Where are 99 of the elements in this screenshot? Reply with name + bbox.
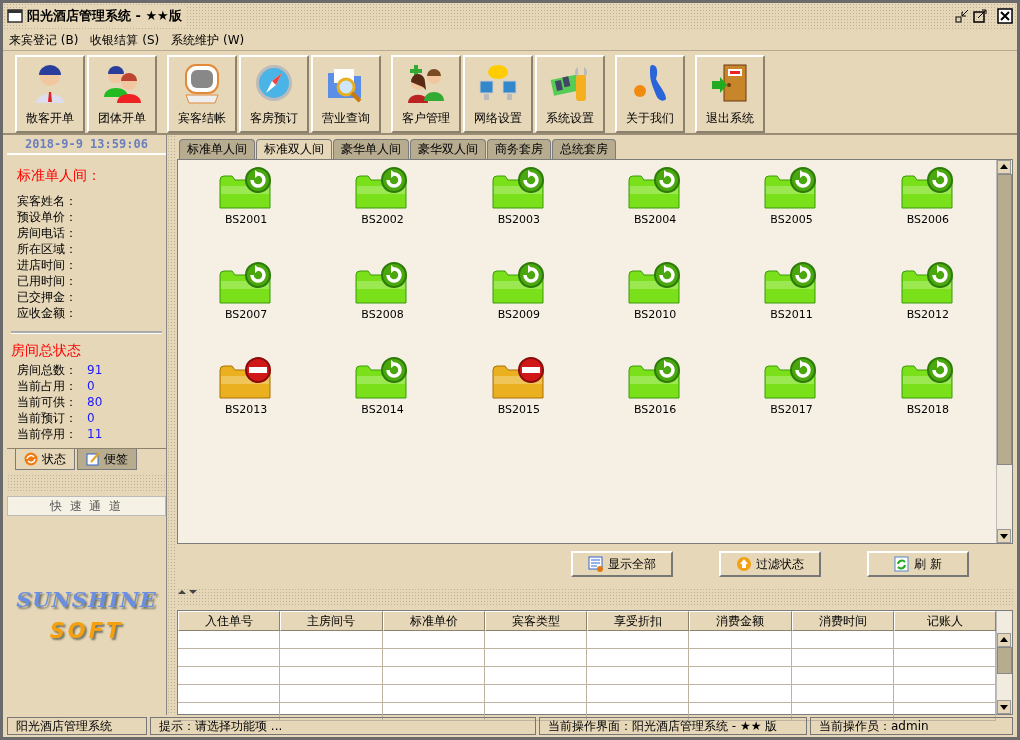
room-item[interactable]: BS2002 bbox=[314, 166, 451, 261]
room-item[interactable]: BS2011 bbox=[723, 261, 860, 356]
room-item[interactable]: BS2018 bbox=[859, 356, 996, 451]
list-icon bbox=[588, 556, 604, 572]
room-item[interactable]: BS2006 bbox=[859, 166, 996, 261]
stat-value: 0 bbox=[87, 378, 95, 394]
vacant-room-icon bbox=[899, 261, 956, 305]
column-header[interactable]: 消费金额 bbox=[689, 611, 792, 631]
toolbar-button[interactable]: 客户管理 bbox=[391, 55, 461, 133]
tab[interactable]: 标准双人间 bbox=[256, 139, 332, 159]
column-header[interactable]: 标准单价 bbox=[382, 611, 485, 631]
column-header[interactable]: 享受折扣 bbox=[587, 611, 690, 631]
column-header[interactable]: 记账人 bbox=[893, 611, 996, 631]
stat-label: 当前停用： bbox=[17, 427, 77, 441]
room-item[interactable]: BS2005 bbox=[723, 166, 860, 261]
two-people-icon bbox=[102, 63, 142, 105]
toolbar-button[interactable]: 营业查询 bbox=[311, 55, 381, 133]
menu-item[interactable]: 系统维护 (W) bbox=[171, 30, 245, 49]
room-item[interactable]: BS2004 bbox=[587, 166, 724, 261]
tab[interactable]: 便签 bbox=[77, 449, 137, 470]
toolbar-button[interactable]: 系统设置 bbox=[535, 55, 605, 133]
logo-text: SUNSHINE bbox=[16, 586, 157, 614]
action-button[interactable]: 过滤状态 bbox=[719, 551, 821, 577]
room-item[interactable]: BS2009 bbox=[450, 261, 587, 356]
tab[interactable]: 豪华双人间 bbox=[410, 139, 486, 159]
field-label: 预设单价： bbox=[17, 209, 78, 225]
monitor-icon bbox=[182, 63, 222, 105]
close-icon bbox=[997, 8, 1013, 24]
column-header[interactable]: 消费时间 bbox=[791, 611, 894, 631]
toolbar-button[interactable]: 宾客结帐 bbox=[167, 55, 237, 133]
action-button[interactable]: 刷 新 bbox=[867, 551, 969, 577]
vacant-room-icon bbox=[899, 166, 956, 210]
toolbar-button[interactable]: 关于我们 bbox=[615, 55, 685, 133]
toolbar-button[interactable]: 退出系统 bbox=[695, 55, 765, 133]
restore-icon bbox=[955, 9, 969, 23]
field-label: 宾客姓名： bbox=[17, 193, 78, 209]
section-heading: 房间总状态 bbox=[11, 342, 82, 358]
field-label: 已交押金： bbox=[17, 289, 78, 305]
refresh-icon bbox=[894, 556, 911, 572]
room-item[interactable]: BS2012 bbox=[859, 261, 996, 356]
room-item[interactable]: BS2007 bbox=[178, 261, 315, 356]
room-item[interactable]: BS2001 bbox=[178, 166, 315, 261]
scrollbar-thumb[interactable] bbox=[997, 174, 1012, 466]
status-text: 提示：请选择功能项 ... bbox=[150, 717, 536, 735]
people-icon bbox=[406, 63, 446, 105]
stat-value: 91 bbox=[87, 362, 103, 378]
field-label: 已用时间： bbox=[17, 273, 78, 289]
tab[interactable]: 标准单人间 bbox=[179, 139, 255, 159]
vacant-room-icon bbox=[490, 166, 547, 210]
status-text: 当前操作界面：阳光酒店管理系统 - ★★ 版 bbox=[539, 717, 807, 735]
menu-item[interactable]: 来宾登记 (B) bbox=[9, 30, 79, 49]
toolbar-button[interactable]: 团体开单 bbox=[87, 55, 157, 133]
stat-label: 当前可供： bbox=[17, 395, 77, 409]
tab[interactable]: 豪华单人间 bbox=[333, 139, 409, 159]
app-icon bbox=[7, 9, 23, 23]
status-text: 当前操作员：admin bbox=[810, 717, 1013, 735]
room-item[interactable]: BS2017 bbox=[723, 356, 860, 451]
stat-value: 11 bbox=[87, 426, 103, 442]
room-item[interactable]: BS2014 bbox=[314, 356, 451, 451]
exit-door-icon bbox=[710, 63, 750, 105]
column-header[interactable]: 入住单号 bbox=[178, 611, 281, 631]
clock-text: 2018-9-9 13:59:06 bbox=[7, 135, 166, 155]
toolbar-button[interactable]: 网络设置 bbox=[463, 55, 533, 133]
stat-label: 房间总数： bbox=[17, 363, 77, 377]
stat-value: 0 bbox=[87, 410, 95, 426]
field-label: 房间电话： bbox=[17, 225, 78, 241]
room-item[interactable]: BS2008 bbox=[314, 261, 451, 356]
tab[interactable]: 总统套房 bbox=[552, 139, 616, 159]
refresh-icon bbox=[24, 452, 38, 466]
no-entry-room-icon bbox=[490, 356, 547, 400]
toolbar-button[interactable]: 散客开单 bbox=[15, 55, 85, 133]
menu-item[interactable]: 收银结算 (S) bbox=[90, 30, 160, 49]
window-title: 阳光酒店管理系统 - ★★版 bbox=[27, 6, 186, 26]
room-item[interactable]: BS2016 bbox=[587, 356, 724, 451]
section-heading: 标准单人间： bbox=[17, 167, 102, 183]
logo-text: SOFT bbox=[49, 617, 124, 645]
scrollbar-thumb[interactable] bbox=[997, 647, 1012, 674]
tab[interactable]: 商务套房 bbox=[487, 139, 551, 159]
action-button[interactable]: 显示全部 bbox=[571, 551, 673, 577]
maximize-icon bbox=[973, 9, 987, 23]
field-label: 进店时间： bbox=[17, 257, 78, 273]
tab[interactable]: 状态 bbox=[15, 449, 75, 470]
room-item[interactable]: BS2010 bbox=[587, 261, 724, 356]
vacant-room-icon bbox=[490, 261, 547, 305]
column-header[interactable]: 主房间号 bbox=[280, 611, 383, 631]
column-header[interactable]: 宾客类型 bbox=[484, 611, 587, 631]
splitter-bar[interactable] bbox=[167, 135, 177, 715]
collapse-arrows-icon bbox=[177, 588, 199, 596]
field-label: 应收金额： bbox=[17, 305, 78, 321]
room-item[interactable]: BS2003 bbox=[450, 166, 587, 261]
field-label: 所在区域： bbox=[17, 241, 78, 257]
stat-label: 当前预订： bbox=[17, 411, 77, 425]
status-text: 阳光酒店管理系统 bbox=[7, 717, 147, 735]
stat-label: 当前占用： bbox=[17, 379, 77, 393]
panel-title: 快 速 通 道 bbox=[7, 496, 166, 516]
stat-value: 80 bbox=[87, 394, 103, 410]
toolbar-button[interactable]: 客房预订 bbox=[239, 55, 309, 133]
vacant-room-icon bbox=[899, 356, 956, 400]
notepad-icon bbox=[86, 452, 100, 466]
